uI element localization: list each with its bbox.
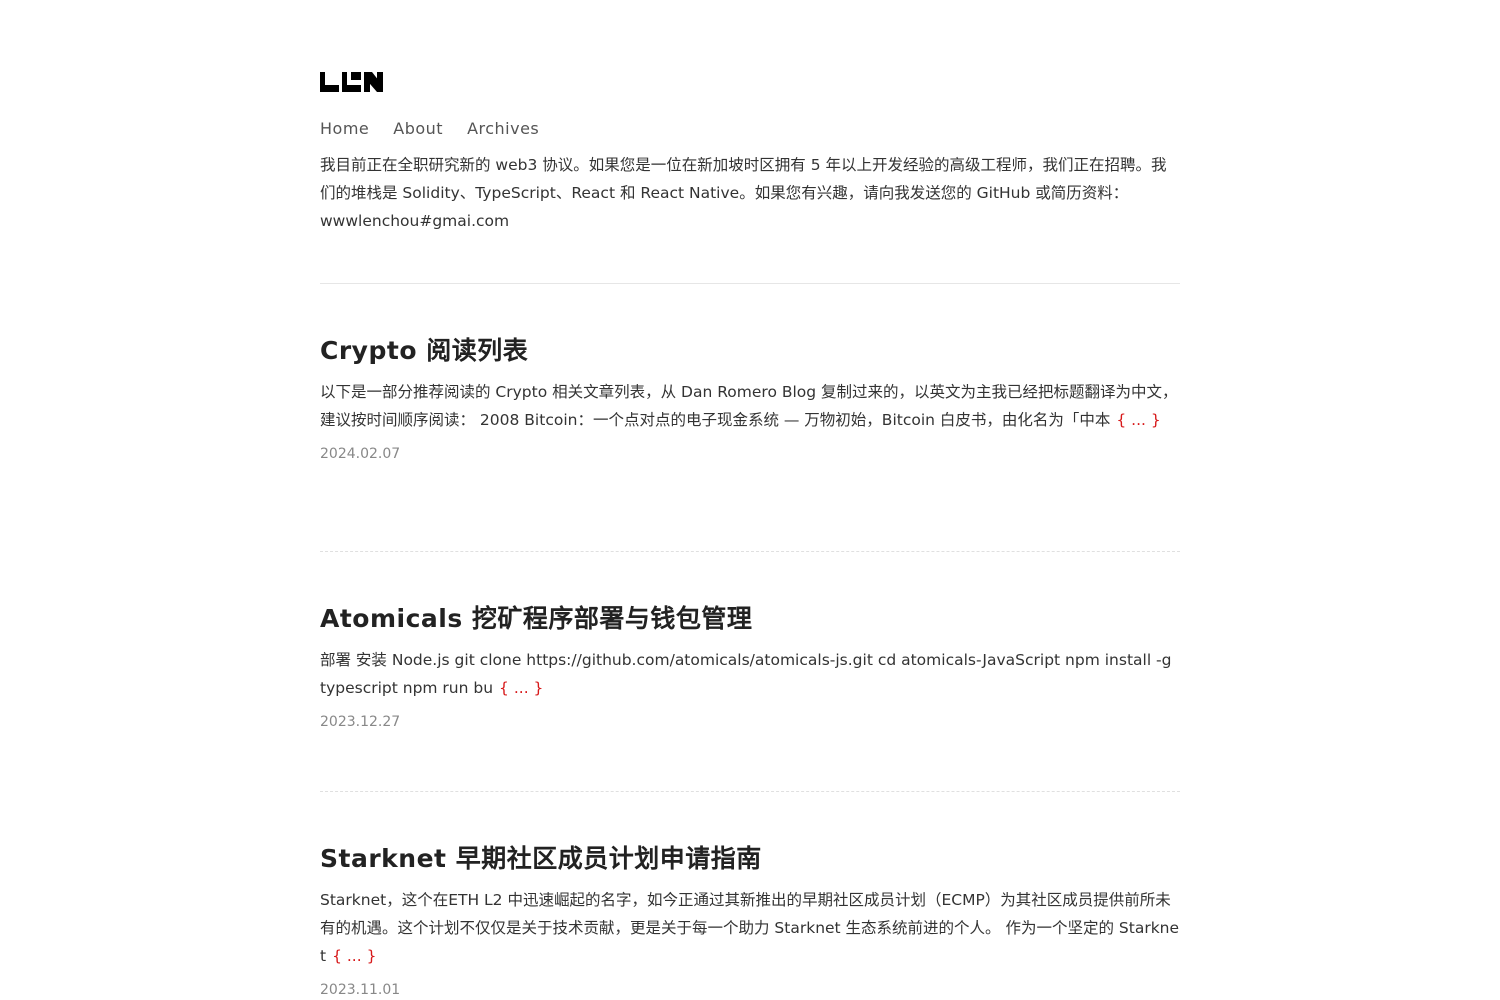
read-more-link[interactable]: { ... }	[499, 679, 543, 697]
post-date: 2024.02.07	[320, 446, 401, 462]
post-excerpt-text: 以下是一部分推荐阅读的 Crypto 相关文章列表，从 Dan Romero B…	[320, 383, 1178, 429]
read-more-link[interactable]: { ... }	[1116, 411, 1160, 429]
post-excerpt-text: Starknet，这个在ETH L2 中迅速崛起的名字，如今正通过其新推出的早期…	[320, 891, 1180, 965]
post-excerpt: 部署 安装 Node.js git clone https://github.c…	[320, 646, 1180, 702]
post-title[interactable]: Starknet 早期社区成员计划申请指南	[320, 842, 1180, 876]
nav-archives-link[interactable]: Archives	[467, 119, 539, 138]
post-divider	[320, 551, 1180, 552]
post-title[interactable]: Atomicals 挖矿程序部署与钱包管理	[320, 602, 1180, 636]
nav-home-link[interactable]: Home	[320, 119, 369, 138]
header-divider	[320, 283, 1180, 284]
intro-text: 我目前正在全职研究新的 web3 协议。如果您是一位在新加坡时区拥有 5 年以上…	[320, 156, 1167, 230]
nav-about-link[interactable]: About	[393, 119, 443, 138]
main-nav: Home About Archives	[320, 119, 539, 138]
site-logo[interactable]	[320, 72, 384, 92]
post-excerpt-text: 部署 安装 Node.js git clone https://github.c…	[320, 651, 1172, 697]
logo-icon	[320, 72, 383, 92]
read-more-link[interactable]: { ... }	[332, 947, 376, 965]
post-excerpt: Starknet，这个在ETH L2 中迅速崛起的名字，如今正通过其新推出的早期…	[320, 886, 1180, 970]
post-item: Starknet 早期社区成员计划申请指南 Starknet，这个在ETH L2…	[320, 842, 1180, 1000]
post-divider	[320, 791, 1180, 792]
post-title[interactable]: Crypto 阅读列表	[320, 334, 1180, 368]
post-excerpt: 以下是一部分推荐阅读的 Crypto 相关文章列表，从 Dan Romero B…	[320, 378, 1180, 434]
post-item: Atomicals 挖矿程序部署与钱包管理 部署 安装 Node.js git …	[320, 602, 1180, 732]
post-date: 2023.12.27	[320, 714, 401, 730]
post-date: 2023.11.01	[320, 982, 401, 998]
post-item: Crypto 阅读列表 以下是一部分推荐阅读的 Crypto 相关文章列表，从 …	[320, 334, 1180, 464]
